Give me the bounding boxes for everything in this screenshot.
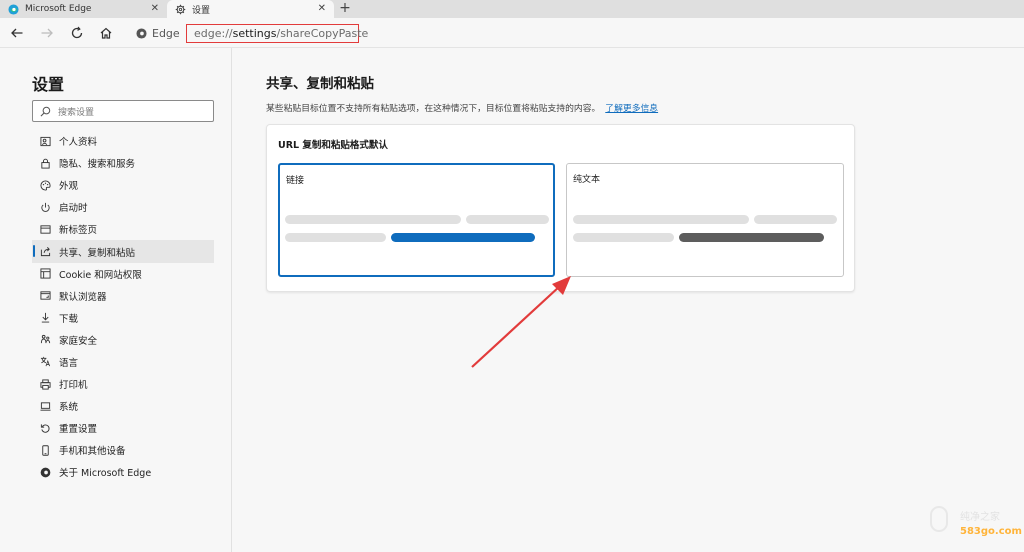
sidebar-item-share-copy-paste[interactable]: 共享、复制和粘贴 xyxy=(32,240,214,263)
printer-icon xyxy=(39,378,51,390)
sidebar-item-default-browser[interactable]: 默认浏览器 xyxy=(32,285,214,307)
site-permissions-icon xyxy=(39,268,51,280)
family-icon xyxy=(39,334,51,346)
preview-line-placeholder xyxy=(285,233,386,242)
sidebar-item-profile[interactable]: 个人资料 xyxy=(32,130,214,152)
option-label: 纯文本 xyxy=(573,175,601,185)
tab-settings[interactable]: 设置 ✕ xyxy=(167,0,334,18)
option-label: 链接 xyxy=(286,176,305,186)
url-path: /shareCopyPaste xyxy=(276,27,369,40)
sidebar-item-label: 打印机 xyxy=(59,380,88,392)
new-tab-button[interactable]: + xyxy=(338,0,352,18)
learn-more-link[interactable]: 了解更多信息 xyxy=(605,104,658,114)
tab-close-icon[interactable]: ✕ xyxy=(151,3,159,14)
tab-title: Microsoft Edge xyxy=(25,4,92,14)
preview-line-placeholder xyxy=(285,215,461,224)
sidebar-item-about[interactable]: 关于 Microsoft Edge xyxy=(32,461,214,483)
sidebar-item-downloads[interactable]: 下载 xyxy=(32,307,214,329)
sidebar-item-printers[interactable]: 打印机 xyxy=(32,373,214,395)
sidebar-item-system[interactable]: 系统 xyxy=(32,395,214,417)
sidebar-item-startup[interactable]: 启动时 xyxy=(32,196,214,218)
page-description: 某些粘贴目标位置不支持所有粘贴选项，在这种情况下，目标位置将粘贴支持的内容。 了解… xyxy=(266,101,658,114)
sidebar-item-label: Cookie 和网站权限 xyxy=(59,269,142,281)
sidebar-item-languages[interactable]: 语言 xyxy=(32,351,214,373)
new-tab-icon xyxy=(39,223,51,235)
edge-logo-icon xyxy=(136,27,147,39)
sidebar-item-family-safety[interactable]: 家庭安全 xyxy=(32,329,214,351)
option-plain-text[interactable]: 纯文本 xyxy=(566,163,844,277)
address-site-info[interactable]: Edge xyxy=(136,26,187,40)
lock-icon xyxy=(39,157,51,169)
reset-icon xyxy=(39,422,51,434)
sidebar-item-label: 个人资料 xyxy=(59,137,98,149)
search-icon xyxy=(40,106,52,117)
url-host: settings xyxy=(232,27,277,40)
sidebar-nav: 个人资料 隐私、搜索和服务 外观 启动时 新标签页 共享、复制和粘贴 Cooki… xyxy=(32,130,214,484)
tab-close-icon[interactable]: ✕ xyxy=(318,3,326,14)
power-icon xyxy=(39,201,51,213)
card-title: URL 复制和粘贴格式默认 xyxy=(278,140,388,151)
sidebar-item-label: 关于 Microsoft Edge xyxy=(59,468,152,480)
preview-line-placeholder xyxy=(573,233,674,242)
preview-line-placeholder xyxy=(754,215,837,224)
preview-line-placeholder xyxy=(573,215,749,224)
sidebar-item-reset[interactable]: 重置设置 xyxy=(32,417,214,439)
tab-title: 设置 xyxy=(192,5,211,16)
sidebar-item-label: 下载 xyxy=(59,313,79,325)
sidebar-item-appearance[interactable]: 外观 xyxy=(32,174,214,196)
watermark-text: 纯净之家 xyxy=(960,512,1000,523)
sidebar-item-phone[interactable]: 手机和其他设备 xyxy=(32,439,214,461)
edge-logo-icon xyxy=(39,466,51,478)
watermark: 纯净之家 583go.com xyxy=(924,486,1024,552)
sidebar-title: 设置 xyxy=(32,75,65,94)
share-icon xyxy=(39,246,51,258)
forward-icon[interactable] xyxy=(38,24,56,42)
language-icon xyxy=(39,356,51,368)
sidebar-item-label: 语言 xyxy=(59,357,79,369)
watermark-logo-icon xyxy=(930,506,948,532)
sidebar-item-privacy[interactable]: 隐私、搜索和服务 xyxy=(32,152,214,174)
sidebar-item-label: 系统 xyxy=(59,402,79,414)
gear-icon xyxy=(175,4,186,15)
tab-strip: Microsoft Edge ✕ 设置 ✕ + xyxy=(0,0,1024,18)
sidebar-item-label: 家庭安全 xyxy=(59,335,98,347)
tab-microsoft-edge[interactable]: Microsoft Edge ✕ xyxy=(0,0,167,18)
url-format-card: URL 复制和粘贴格式默认 链接 纯文本 xyxy=(266,124,855,292)
sidebar-item-label: 共享、复制和粘贴 xyxy=(59,247,136,259)
settings-sidebar: 设置 搜索设置 个人资料 隐私、搜索和服务 外观 启动时 新标签页 共享、复制和… xyxy=(0,48,232,552)
sidebar-item-label: 重置设置 xyxy=(59,424,98,436)
preview-hyperlink xyxy=(391,233,535,242)
download-icon xyxy=(39,312,51,324)
preview-plain-url xyxy=(679,233,824,242)
watermark-url: 583go.com xyxy=(960,526,1022,537)
browser-toolbar: Edge edge://settings/shareCopyPaste xyxy=(0,18,1024,48)
sidebar-item-label: 新标签页 xyxy=(59,225,98,237)
address-bar[interactable]: edge://settings/shareCopyPaste xyxy=(186,24,368,43)
profile-icon xyxy=(39,135,51,147)
sidebar-item-label: 隐私、搜索和服务 xyxy=(59,159,136,171)
search-placeholder: 搜索设置 xyxy=(58,107,95,118)
description-text: 某些粘贴目标位置不支持所有粘贴选项，在这种情况下，目标位置将粘贴支持的内容。 xyxy=(266,104,601,114)
sidebar-item-cookies[interactable]: Cookie 和网站权限 xyxy=(32,263,214,285)
sidebar-item-label: 手机和其他设备 xyxy=(59,446,126,458)
search-input[interactable]: 搜索设置 xyxy=(32,100,214,122)
preview-line-placeholder xyxy=(466,215,549,224)
home-icon[interactable] xyxy=(97,24,115,42)
system-icon xyxy=(39,400,51,412)
address-brand-label: Edge xyxy=(152,26,180,40)
phone-icon xyxy=(39,444,51,456)
sidebar-item-new-tab[interactable]: 新标签页 xyxy=(32,218,214,240)
sidebar-item-label: 启动时 xyxy=(59,203,88,215)
browser-icon xyxy=(39,290,51,302)
palette-icon xyxy=(39,179,51,191)
edge-logo-icon xyxy=(8,3,19,15)
url-prefix: edge:// xyxy=(194,27,233,40)
page-title: 共享、复制和粘贴 xyxy=(266,76,374,92)
back-icon[interactable] xyxy=(8,24,26,42)
sidebar-item-label: 默认浏览器 xyxy=(59,291,107,303)
option-link[interactable]: 链接 xyxy=(278,163,555,277)
refresh-icon[interactable] xyxy=(68,24,86,42)
sidebar-item-label: 外观 xyxy=(59,181,79,193)
